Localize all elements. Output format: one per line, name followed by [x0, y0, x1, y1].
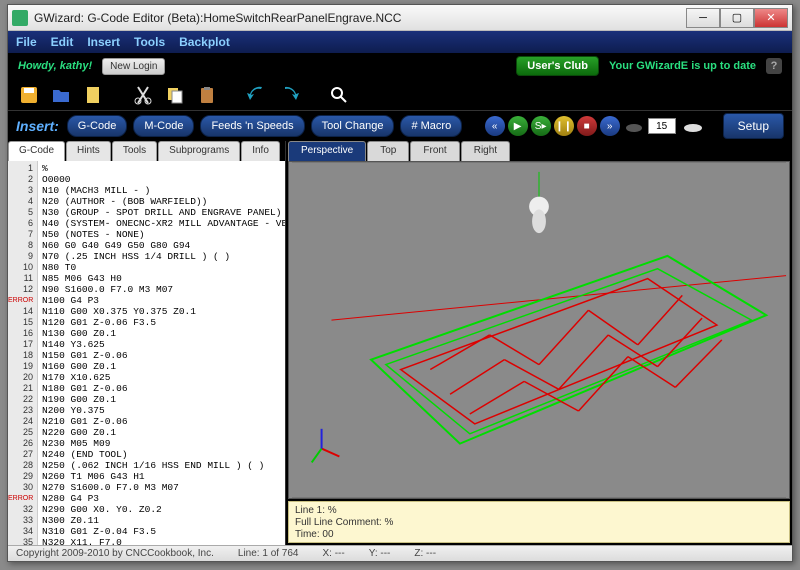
search-icon[interactable] [328, 84, 350, 106]
menubar: File Edit Insert Tools Backplot [8, 31, 792, 53]
tab-right[interactable]: Right [461, 141, 510, 161]
open-icon[interactable] [50, 84, 72, 106]
code-editor[interactable]: 123456789101112ERROR14151617181920212223… [8, 161, 285, 545]
cut-icon[interactable] [132, 84, 154, 106]
tab-info[interactable]: Info [241, 141, 280, 161]
menu-backplot[interactable]: Backplot [179, 35, 230, 49]
tab-front[interactable]: Front [410, 141, 459, 161]
users-club-button[interactable]: User's Club [516, 56, 599, 76]
copyright: Copyright 2009-2010 by CNCCookbook, Inc. [16, 548, 214, 559]
minimize-button[interactable]: ─ [686, 8, 720, 28]
stop-button[interactable]: ■ [577, 116, 597, 136]
update-status: Your GWizardE is up to date [609, 60, 756, 72]
speed-input[interactable] [648, 118, 676, 134]
code-text[interactable]: % O0000 N10 (MACH3 MILL - ) N20 (AUTHOR … [38, 161, 285, 545]
tab-perspective[interactable]: Perspective [288, 141, 366, 161]
tab-tools[interactable]: Tools [112, 141, 157, 161]
redo-icon[interactable] [278, 84, 300, 106]
paste-icon[interactable] [196, 84, 218, 106]
info-panel: Line 1: % Full Line Comment: % Time: 00 [288, 501, 790, 543]
help-button[interactable]: ? [766, 58, 782, 74]
copy-icon[interactable] [164, 84, 186, 106]
titlebar: GWizard: G-Code Editor (Beta):HomeSwitch… [8, 5, 792, 31]
tortoise-icon [623, 119, 645, 133]
app-icon [12, 10, 28, 26]
tab-gcode[interactable]: G-Code [8, 141, 65, 161]
insert-mcode-button[interactable]: M-Code [133, 115, 194, 137]
menu-tools[interactable]: Tools [134, 35, 165, 49]
window-title: GWizard: G-Code Editor (Beta):HomeSwitch… [34, 11, 686, 25]
setup-button[interactable]: Setup [723, 113, 784, 139]
insert-row: Insert: G-Code M-Code Feeds 'n Speeds To… [8, 111, 792, 141]
line-gutter: 123456789101112ERROR14151617181920212223… [8, 161, 38, 545]
info-time: Time: 00 [295, 529, 783, 541]
save-icon[interactable] [18, 84, 40, 106]
tab-hints[interactable]: Hints [66, 141, 111, 161]
forward-button[interactable]: » [600, 116, 620, 136]
status-bar: Copyright 2009-2010 by CNCCookbook, Inc.… [8, 545, 792, 561]
info-line: Line 1: % [295, 505, 783, 517]
pause-button[interactable]: ❙❙ [554, 116, 574, 136]
undo-icon[interactable] [246, 84, 268, 106]
main-area: G-Code Hints Tools Subprograms Info 1234… [8, 141, 792, 545]
status-line: Line: 1 of 764 [238, 548, 299, 559]
insert-gcode-button[interactable]: G-Code [67, 115, 128, 137]
tab-top[interactable]: Top [367, 141, 409, 161]
maximize-button[interactable]: ▢ [720, 8, 754, 28]
file-icon[interactable] [82, 84, 104, 106]
status-x: X: --- [323, 548, 345, 559]
close-button[interactable]: ✕ [754, 8, 788, 28]
insert-label: Insert: [16, 118, 59, 134]
menu-insert[interactable]: Insert [87, 35, 120, 49]
menu-edit[interactable]: Edit [51, 35, 74, 49]
hare-icon [679, 119, 705, 133]
main-toolbar [8, 79, 792, 111]
status-y: Y: --- [369, 548, 391, 559]
insert-macro-button[interactable]: # Macro [400, 115, 462, 137]
app-window: GWizard: G-Code Editor (Beta):HomeSwitch… [7, 4, 793, 562]
step-button[interactable]: S▸ [531, 116, 551, 136]
code-panel: G-Code Hints Tools Subprograms Info 1234… [8, 141, 286, 545]
playback-controls: « ▶ S▸ ❙❙ ■ » [485, 116, 705, 136]
view-panel: Perspective Top Front Right [286, 141, 792, 545]
menu-file[interactable]: File [16, 35, 37, 49]
rewind-button[interactable]: « [485, 116, 505, 136]
play-button[interactable]: ▶ [508, 116, 528, 136]
new-login-button[interactable]: New Login [102, 58, 165, 75]
info-comment: Full Line Comment: % [295, 517, 783, 529]
status-z: Z: --- [414, 548, 436, 559]
insert-toolchange-button[interactable]: Tool Change [311, 115, 395, 137]
3d-viewport[interactable] [288, 161, 790, 499]
greeting-row: Howdy, kathy! New Login User's Club Your… [8, 53, 792, 79]
insert-feeds-button[interactable]: Feeds 'n Speeds [200, 115, 304, 137]
tab-subprograms[interactable]: Subprograms [158, 141, 240, 161]
greeting-text: Howdy, kathy! [18, 60, 92, 72]
